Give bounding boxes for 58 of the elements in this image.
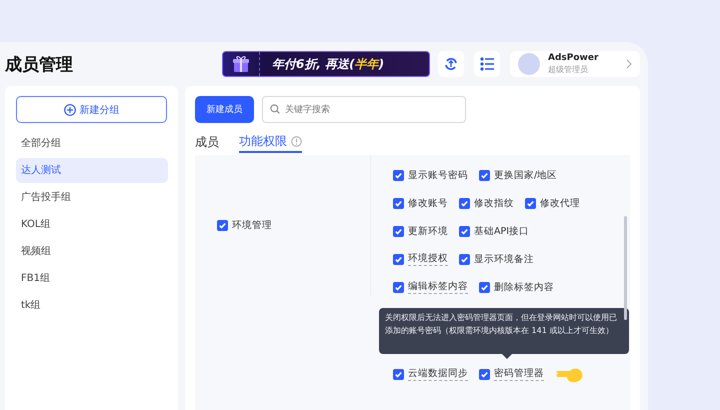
checkbox[interactable] <box>459 254 470 264</box>
checkbox-label: 密码管理器 <box>494 368 544 380</box>
user-role: 超级管理员 <box>548 64 589 75</box>
search-field[interactable]: 关键字搜索 <box>262 96 466 123</box>
checkbox[interactable] <box>459 226 470 236</box>
checkbox-label: 显示账号密码 <box>408 168 468 182</box>
promo-text: 年付6折, 再送(半年) <box>271 56 384 72</box>
checkbox[interactable] <box>459 198 470 208</box>
checkbox-label: 更新环境 <box>408 224 448 238</box>
scrollbar[interactable] <box>624 216 627 320</box>
group-item[interactable]: KOL组 <box>16 212 168 237</box>
list-button[interactable] <box>474 51 500 77</box>
checkbox-label: 修改账号 <box>408 196 448 210</box>
gift-icon <box>231 54 251 74</box>
checkbox[interactable] <box>393 368 404 380</box>
checkbox[interactable] <box>393 282 404 292</box>
chevron-right-icon <box>626 59 632 69</box>
info-icon <box>291 136 302 146</box>
sync-button[interactable] <box>438 51 464 77</box>
checkbox[interactable] <box>217 220 228 230</box>
group-item[interactable]: 全部分组 <box>16 131 168 156</box>
checkbox[interactable] <box>393 170 404 180</box>
group-item[interactable]: 视频组 <box>16 239 168 264</box>
checkbox-label: 编辑标签内容 <box>408 280 468 294</box>
checkbox[interactable] <box>393 226 404 236</box>
sync-icon <box>443 56 459 72</box>
checkbox-label: 删除标签内容 <box>494 280 554 294</box>
checkbox-label: 环境管理 <box>232 218 272 232</box>
profile-card[interactable]: AdsPower 超级管理员 <box>510 51 640 77</box>
checkbox[interactable] <box>393 254 404 264</box>
promo-banner[interactable]: 年付6折, 再送(半年) <box>222 51 430 77</box>
tab[interactable]: 功能权限 <box>239 131 302 153</box>
checkbox[interactable] <box>479 368 490 380</box>
checkbox-label: 修改指纹 <box>474 196 514 210</box>
plus-icon <box>64 104 76 116</box>
checkbox-label: 云端数据同步 <box>408 368 468 380</box>
tooltip-arrow <box>502 354 512 359</box>
checkbox[interactable] <box>393 198 404 208</box>
group-item[interactable]: FB1组 <box>16 266 168 291</box>
page-title: 成员管理 <box>5 54 74 76</box>
list-icon <box>480 57 494 71</box>
tab[interactable]: 成员 <box>195 131 219 153</box>
avatar <box>518 53 540 75</box>
checkbox[interactable] <box>479 170 490 180</box>
new-member-button[interactable]: 新建成员 <box>195 96 254 123</box>
group-item[interactable]: 广告投手组 <box>16 185 168 210</box>
checkbox-label: 更换国家/地区 <box>494 168 558 182</box>
new-group-button[interactable]: 新建分组 <box>16 96 167 123</box>
checkbox[interactable] <box>479 282 490 292</box>
checkbox[interactable] <box>525 198 536 208</box>
checkbox-label: 显示环境备注 <box>474 252 534 266</box>
group-item[interactable]: tk组 <box>16 293 168 318</box>
search-icon <box>270 104 280 114</box>
checkbox-label: 基础API接口 <box>474 224 530 238</box>
checkbox-label: 修改代理 <box>540 196 580 210</box>
checkbox-label: 环境授权 <box>408 252 448 266</box>
user-name: AdsPower <box>548 53 600 64</box>
group-item[interactable]: 达人测试 <box>16 158 168 183</box>
